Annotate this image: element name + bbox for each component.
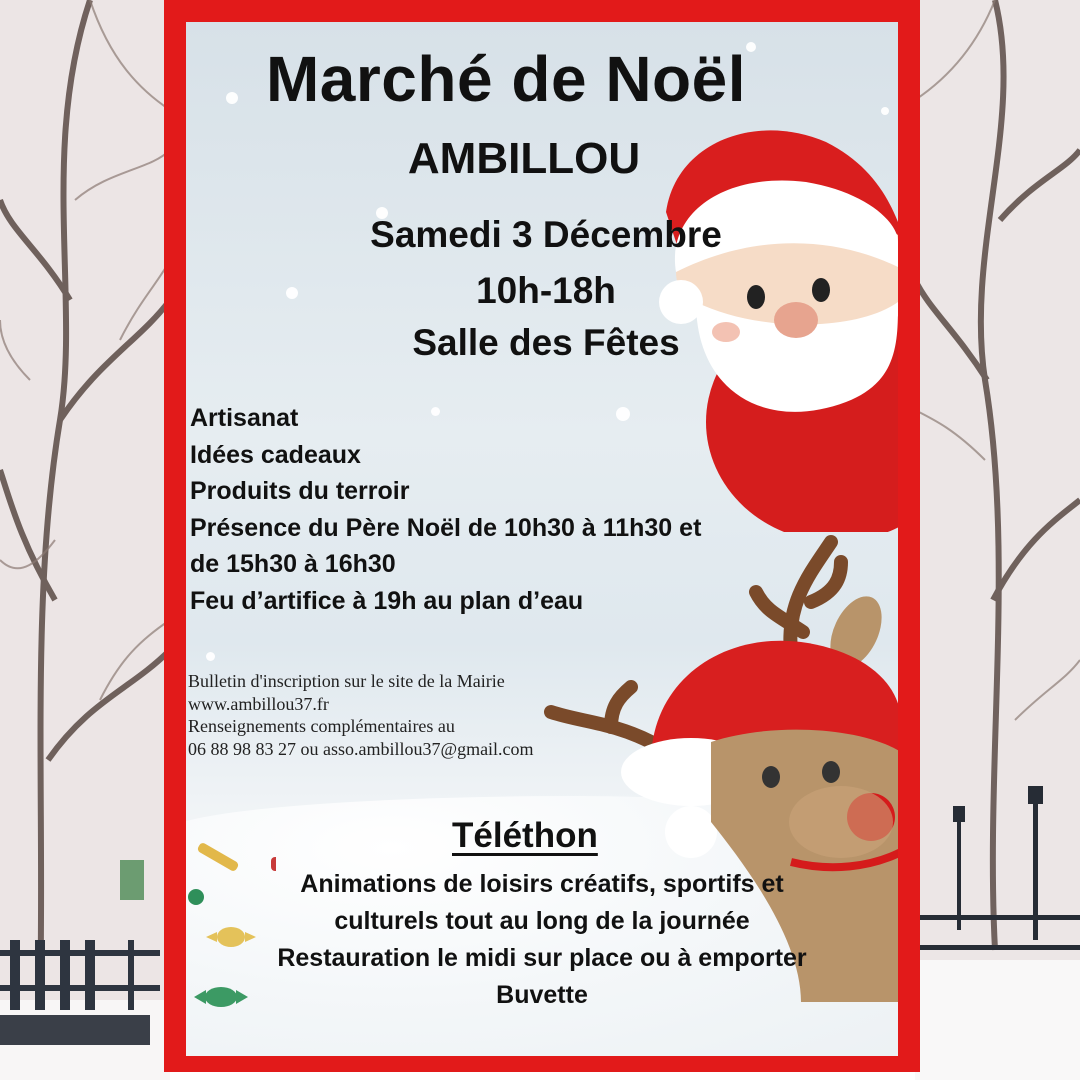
info-line: Bulletin d'inscription sur le site de la… (188, 671, 505, 691)
feature-list: Artisanat Idées cadeaux Produits du terr… (190, 400, 890, 619)
snowflake-icon (206, 652, 215, 661)
telethon-item: Buvette (496, 981, 588, 1009)
event-date: Samedi 3 Décembre (370, 214, 722, 255)
snowflake-icon (286, 287, 298, 299)
telethon-heading: Téléthon (452, 816, 598, 855)
registration-info: Bulletin d'inscription sur le site de la… (188, 670, 534, 760)
info-contact: 06 88 98 83 27 ou asso.ambillou37@gmail.… (188, 738, 534, 759)
feature-item: Artisanat (190, 404, 299, 432)
background-snowy-trees-left (0, 0, 170, 1080)
feature-item: de 15h30 à 16h30 (190, 550, 396, 578)
christmas-market-poster: Marché de Noël AMBILLOU Samedi 3 Décembr… (164, 0, 920, 1072)
feature-item: Produits du terroir (190, 477, 410, 505)
event-venue: Salle des Fêtes (412, 322, 680, 363)
feature-item: Idées cadeaux (190, 440, 361, 469)
poster-title: Marché de Noël (265, 43, 747, 115)
info-line: Renseignements complémentaires au (188, 716, 455, 736)
feature-item: Présence du Père Noël de 10h30 à 11h30 e… (190, 513, 702, 542)
telethon-list: Animations de loisirs créatifs, sportifs… (186, 866, 898, 1014)
background-snowy-trees-right (915, 0, 1080, 1080)
poster-content: Marché de Noël AMBILLOU Samedi 3 Décembr… (186, 22, 898, 1056)
event-hours: 10h-18h (476, 270, 616, 311)
telethon-item: culturels tout au long de la journée (334, 907, 750, 935)
town-name: AMBILLOU (407, 134, 641, 183)
info-website: www.ambillou37.fr (188, 693, 329, 714)
telethon-item: Animations de loisirs créatifs, sportifs… (300, 870, 784, 898)
telethon-item: Restauration le midi sur place ou à empo… (277, 944, 807, 972)
feature-item: Feu d’artifice à 19h au plan d’eau (190, 586, 584, 615)
